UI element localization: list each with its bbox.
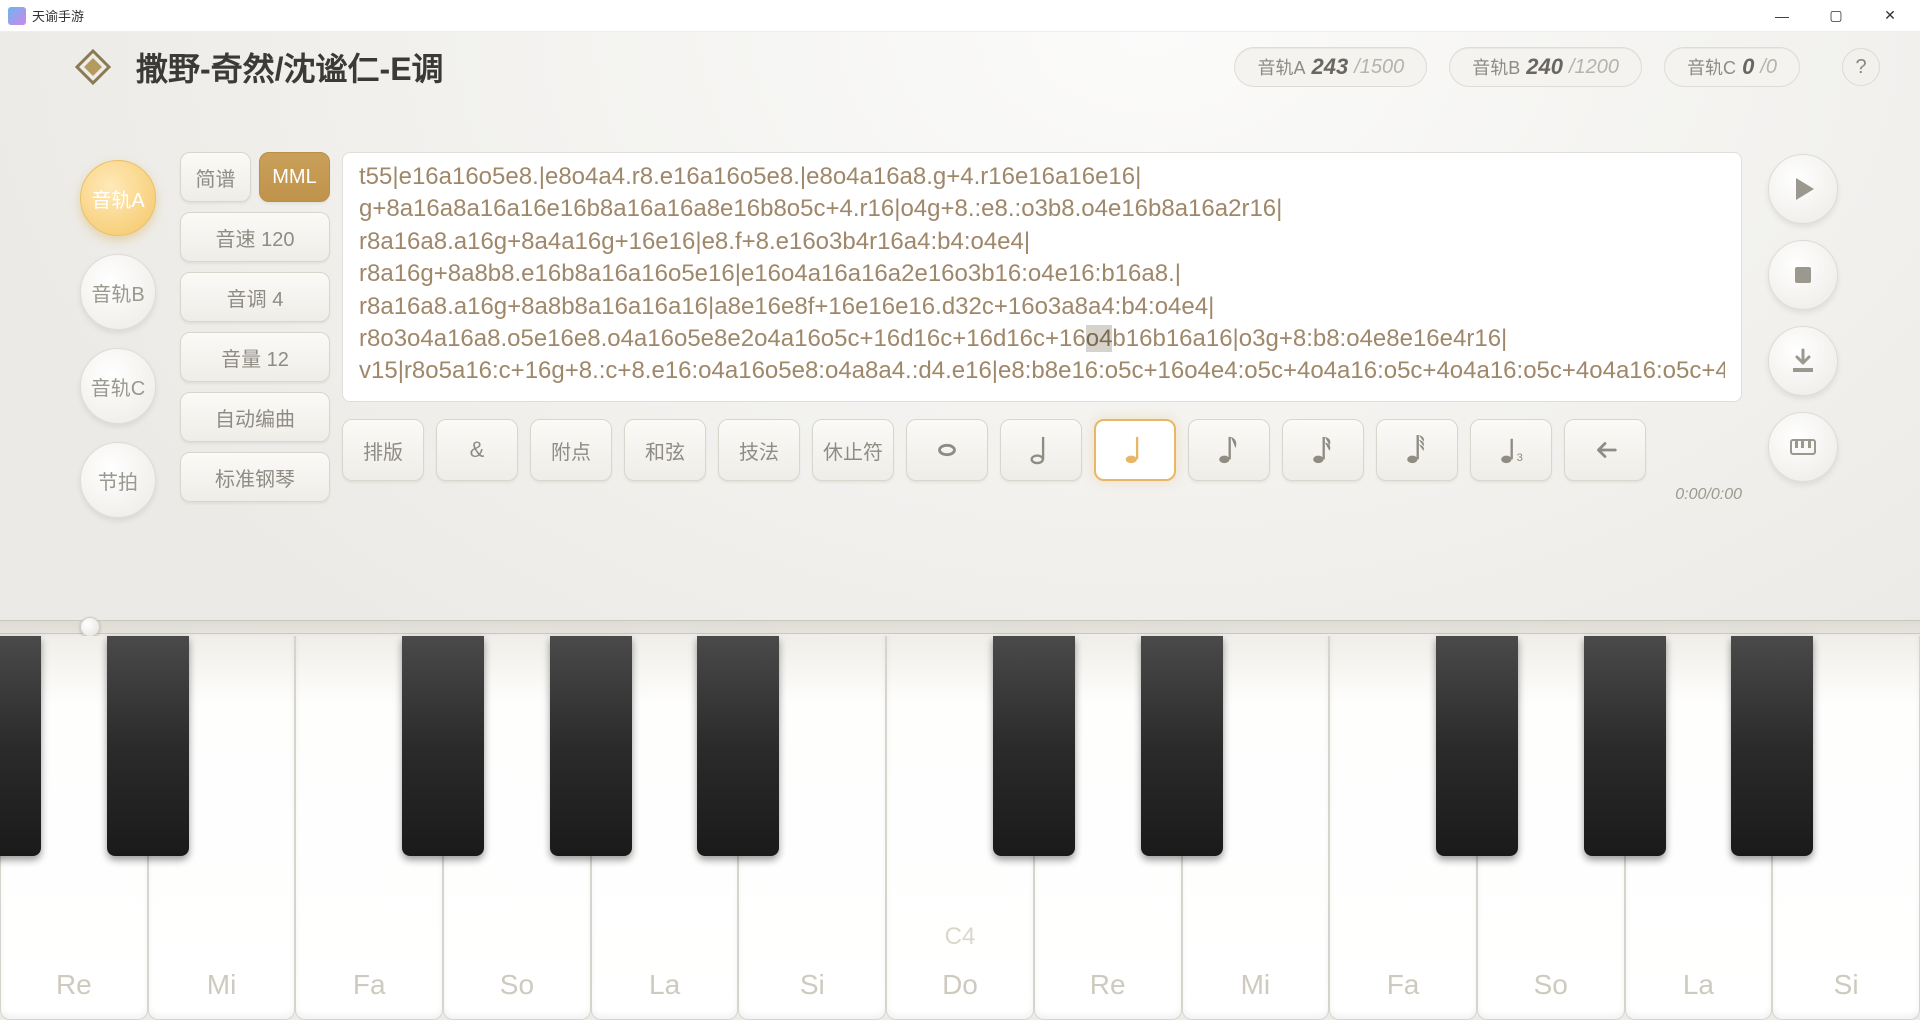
note-toolbar: 排版 & 附点 和弦 技法 休止符 3 0:00/0:00 bbox=[342, 414, 1742, 486]
window-close-button[interactable]: ✕ bbox=[1868, 1, 1912, 31]
triplet-button[interactable]: 3 bbox=[1470, 419, 1552, 481]
instrument-button[interactable]: 标准钢琴 bbox=[180, 452, 330, 502]
svg-text:3: 3 bbox=[1517, 452, 1523, 464]
auto-arrange-button[interactable]: 自动编曲 bbox=[180, 392, 330, 442]
volume-button[interactable]: 音量 12 bbox=[180, 332, 330, 382]
tab-track-b[interactable]: 音轨B bbox=[80, 254, 156, 330]
window-minimize-button[interactable]: — bbox=[1760, 1, 1804, 31]
eighth-note-button[interactable] bbox=[1188, 419, 1270, 481]
stop-button[interactable] bbox=[1768, 240, 1838, 310]
play-button[interactable] bbox=[1768, 154, 1838, 224]
chord-button[interactable]: 和弦 bbox=[624, 419, 706, 481]
help-button[interactable]: ? bbox=[1842, 48, 1880, 86]
black-key[interactable] bbox=[697, 636, 779, 856]
editor-panel: 音轨A 音轨B 音轨C 节拍 简谱 MML 音速 120 音调 4 音量 12 … bbox=[80, 148, 1840, 488]
technique-button[interactable]: 技法 bbox=[718, 419, 800, 481]
song-title: 撒野-奇然/沈谧仁-E调 bbox=[136, 44, 444, 90]
editor-header: 撒野-奇然/沈谧仁-E调 音轨A 243/1500 音轨B 240/1200 音… bbox=[0, 32, 1920, 102]
quarter-note-button[interactable] bbox=[1094, 419, 1176, 481]
track-c-counter[interactable]: 音轨C 0/0 bbox=[1664, 47, 1800, 87]
tab-track-a[interactable]: 音轨A bbox=[80, 160, 156, 236]
mml-textarea[interactable]: t55|e16a16o5e8.|e8o4a4.r8.e16a16o5e8.|e8… bbox=[342, 152, 1742, 402]
tie-button[interactable]: & bbox=[436, 419, 518, 481]
keyboard-toggle-button[interactable] bbox=[1768, 412, 1838, 482]
tab-track-c[interactable]: 音轨C bbox=[80, 348, 156, 424]
app-title: 天谕手游 bbox=[32, 6, 84, 25]
track-a-counter[interactable]: 音轨A 243/1500 bbox=[1234, 47, 1427, 87]
half-note-button[interactable] bbox=[1000, 419, 1082, 481]
thirtysecond-note-button[interactable] bbox=[1376, 419, 1458, 481]
window-maximize-button[interactable]: ▢ bbox=[1814, 1, 1858, 31]
track-b-counter[interactable]: 音轨B 240/1200 bbox=[1449, 47, 1642, 87]
octave-slider-thumb[interactable] bbox=[80, 617, 100, 637]
black-key[interactable] bbox=[1584, 636, 1666, 856]
rest-button[interactable]: 休止符 bbox=[812, 419, 894, 481]
octave-slider-track[interactable] bbox=[0, 620, 1920, 634]
sixteenth-note-button[interactable] bbox=[1282, 419, 1364, 481]
tab-tempo[interactable]: 节拍 bbox=[80, 442, 156, 518]
backspace-button[interactable] bbox=[1564, 419, 1646, 481]
black-key[interactable] bbox=[1141, 636, 1223, 856]
back-button[interactable] bbox=[70, 44, 116, 90]
time-readout: 0:00/0:00 bbox=[1675, 486, 1742, 504]
black-key[interactable] bbox=[993, 636, 1075, 856]
download-button[interactable] bbox=[1768, 326, 1838, 396]
black-key[interactable] bbox=[1731, 636, 1813, 856]
app-icon bbox=[8, 7, 26, 25]
mml-cursor-highlight: o4 bbox=[1086, 325, 1113, 352]
black-key[interactable] bbox=[550, 636, 632, 856]
black-key[interactable] bbox=[107, 636, 189, 856]
black-key[interactable] bbox=[1436, 636, 1518, 856]
window-titlebar: 天谕手游 — ▢ ✕ bbox=[0, 0, 1920, 32]
speed-button[interactable]: 音速 120 bbox=[180, 212, 330, 262]
dot-button[interactable]: 附点 bbox=[530, 419, 612, 481]
mode-jianpu-button[interactable]: 简谱 bbox=[180, 152, 251, 202]
format-button[interactable]: 排版 bbox=[342, 419, 424, 481]
mode-mml-button[interactable]: MML bbox=[259, 152, 330, 202]
key-button[interactable]: 音调 4 bbox=[180, 272, 330, 322]
black-key[interactable] bbox=[0, 636, 41, 856]
whole-note-button[interactable] bbox=[906, 419, 988, 481]
black-key[interactable] bbox=[402, 636, 484, 856]
